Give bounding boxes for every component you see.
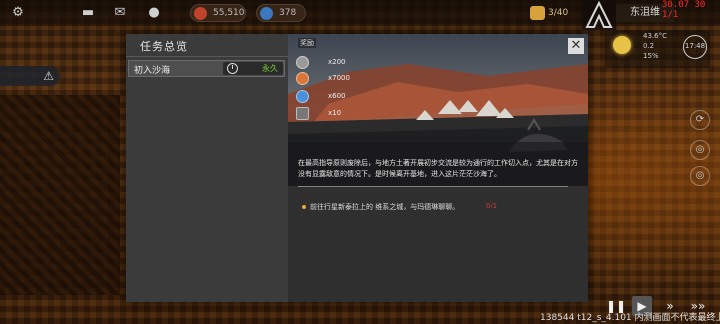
gold-resource-counter[interactable]: 55,510 [190,4,246,22]
reward-label: 奖励 [298,38,316,48]
reward-amount: x200 [328,58,346,66]
map-terrain-shadow [0,95,120,295]
timer-icon [227,63,238,74]
side-action-button-2[interactable]: ◎ [690,140,710,160]
title-divider [126,56,288,57]
settings-gear-icon[interactable]: ⚙ [10,5,26,21]
reward-amount: x10 [328,109,342,117]
population-value: 3/40 [548,8,569,18]
humidity-value: 15% [643,52,659,60]
blue-resource-value: 378 [279,8,297,18]
reward-item[interactable]: x200 [296,56,376,70]
population-counter[interactable]: 3/40 [530,4,574,22]
objective-text: 前往行星新泰拉上的 维系之城，与玛德琳聊聊。 [310,203,460,211]
quest-detail-panel: 奖励 x200 x7000 x600 x10 ✕ 在最高指导原则废除后，与地方土… [288,34,588,302]
wind-value: 0.2 [643,42,655,50]
quest-duration-label: 永久 [262,64,278,73]
supply-icon [296,107,309,120]
dialog-title: 任务总览 [140,40,188,53]
sun-icon [613,36,631,54]
date-time-readout: 30.07 30 1/1 [662,0,706,20]
side-action-button-3[interactable]: ◎ [690,166,710,186]
gear-token-icon [296,90,309,103]
objective-progress: 0/1 [486,202,498,210]
quest-duration-tag: 永久 [223,62,283,75]
objective-bullet-icon [302,205,306,209]
clock-readout: 17:48 [683,35,707,59]
quest-objective: 前往行星新泰拉上的 维系之城，与玛德琳聊聊。 0/1 [302,202,572,214]
faction-logo-icon [585,0,613,28]
reward-item[interactable]: x7000 [296,72,376,86]
alert-tab[interactable]: ⚠ [0,66,60,86]
blue-resource-counter[interactable]: 378 [256,4,306,22]
gold-coin-icon [194,7,207,20]
reward-item[interactable]: x10 [296,107,376,121]
blue-gem-icon [260,7,273,20]
reward-amount: x600 [328,92,346,100]
reward-item[interactable]: x600 [296,90,376,104]
quest-list-panel: 任务总览 初入沙海 永久 [126,34,288,302]
coin-icon [296,72,309,85]
quest-name: 初入沙海 [134,66,171,76]
faction-logo [582,0,616,30]
side-action-button-1[interactable]: ⟳ [690,110,710,130]
quest-overview-dialog: 任务总览 初入沙海 永久 奖励 x200 x7000 x600 x10 ✕ 在最… [126,34,588,302]
build-watermark: 138544 t12_s_4.101 内测画面不代表最终上线品质 [540,313,720,323]
weather-panel: 43.6°C 0.2 15% 17:48 [605,30,710,68]
warning-icon: ⚠ [43,69,54,83]
quest-list-item[interactable]: 初入沙海 永久 [128,60,285,77]
mail-icon[interactable]: ✉ [112,5,128,21]
top-status-bar: ⚙ ▬ ✉ ● 55,510 378 3/40 东沮维 30.07 30 1/1 [0,0,720,30]
chat-icon[interactable]: ▬ [80,5,96,21]
temperature-value: 43.6°C [643,32,667,40]
description-divider [298,186,568,187]
close-button[interactable]: ✕ [568,38,584,54]
population-icon [530,6,545,20]
reputation-icon [296,56,309,69]
quest-description: 在最高指导原则废除后，与地方土著开展初步交流是较为通行的工作切入点，尤其是在对方… [298,159,578,178]
gold-resource-value: 55,510 [213,8,245,18]
profile-icon[interactable]: ● [146,5,162,21]
reward-amount: x7000 [328,74,350,82]
